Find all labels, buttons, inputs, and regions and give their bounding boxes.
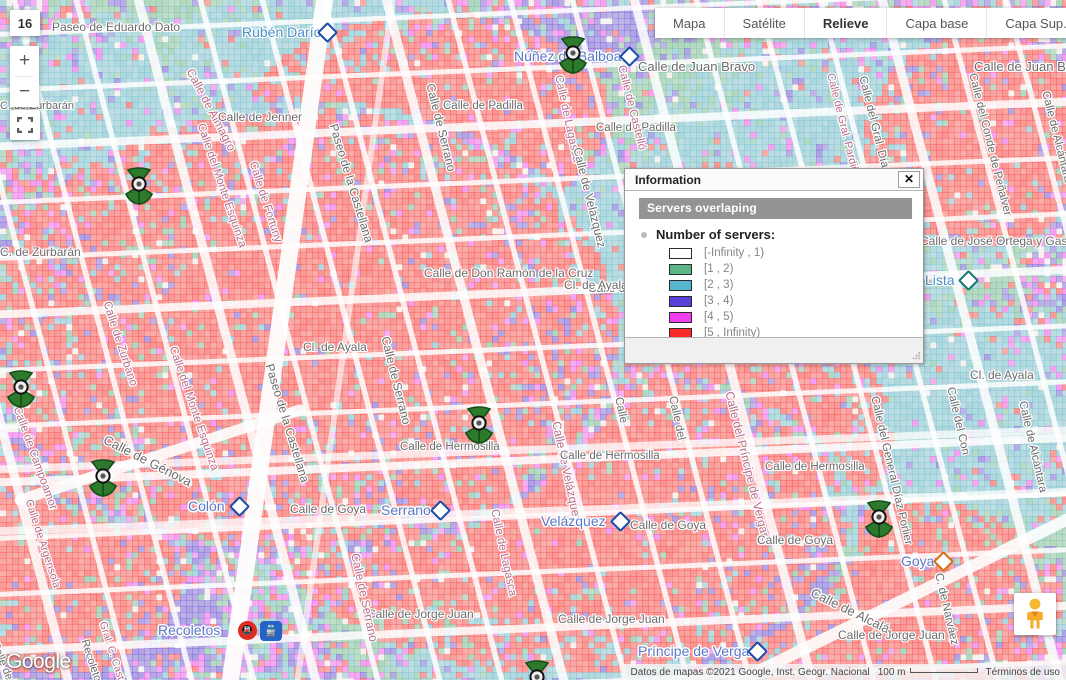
information-panel-footer — [625, 337, 923, 363]
zoom-controls: + − — [10, 46, 39, 107]
cercanias-train-icon: 🚆 — [260, 621, 282, 641]
bullet-icon — [641, 232, 647, 238]
legend-item: [-Infinity , 1) — [669, 245, 923, 261]
antenna-icon — [118, 167, 160, 205]
antenna-icon — [552, 36, 594, 74]
legend-header: Servers overlaping — [639, 198, 912, 219]
cercanias-red-icon: 🚇 — [238, 621, 257, 640]
map-layer-toolbar: MapaSatéliteRelieveCapa baseCapa Sup. — [655, 8, 1066, 38]
legend-color-swatch — [669, 312, 692, 323]
layer-button-relieve[interactable]: Relieve — [805, 8, 888, 38]
information-panel-title: Information — [635, 173, 701, 187]
close-icon[interactable]: ✕ — [898, 171, 920, 188]
map-scale-control: 100 m — [878, 667, 978, 678]
antenna-icon — [82, 459, 124, 497]
layer-button-capa-base[interactable]: Capa base — [887, 8, 987, 38]
zoom-level-indicator: 16 — [10, 10, 40, 36]
server-antenna-marker[interactable] — [858, 500, 900, 538]
legend-item: [1 , 2) — [669, 261, 923, 277]
map-scale-label: 100 m — [878, 667, 906, 678]
street-view-pegman-button[interactable] — [1014, 593, 1056, 635]
legend-item-label: [5 , Infinity) — [704, 327, 760, 337]
legend-subtitle: Number of servers: — [641, 227, 923, 242]
antenna-icon — [516, 660, 558, 680]
legend-color-swatch — [669, 328, 692, 338]
legend-item: [4 , 5) — [669, 309, 923, 325]
server-antenna-marker[interactable] — [82, 459, 124, 497]
legend-color-swatch — [669, 296, 692, 307]
information-panel: Information ✕ Servers overlaping Number … — [624, 168, 924, 364]
fullscreen-button[interactable] — [10, 110, 40, 140]
zoom-out-button[interactable]: − — [10, 77, 39, 107]
legend-item-label: [-Infinity , 1) — [704, 247, 764, 259]
legend-item: [5 , Infinity) — [669, 325, 923, 337]
server-antenna-marker[interactable] — [118, 167, 160, 205]
legend-color-swatch — [669, 264, 692, 275]
legend-subtitle-text: Number of servers: — [656, 227, 775, 242]
zoom-level-value: 16 — [18, 16, 32, 31]
map-data-attribution: Datos de mapas ©2021 Google, Inst. Geogr… — [631, 667, 870, 678]
legend-item: [2 , 3) — [669, 277, 923, 293]
map-attribution-bar: Datos de mapas ©2021 Google, Inst. Geogr… — [623, 664, 1066, 680]
resize-grip-icon[interactable] — [910, 351, 921, 362]
layer-button-mapa[interactable]: Mapa — [655, 8, 725, 38]
server-antenna-marker[interactable] — [0, 370, 42, 408]
terms-of-use-link[interactable]: Términos de uso — [986, 667, 1060, 678]
legend-color-swatch — [669, 280, 692, 291]
antenna-icon — [0, 370, 42, 408]
information-panel-body: Servers overlaping Number of servers: [-… — [625, 191, 923, 337]
zoom-in-button[interactable]: + — [10, 46, 39, 76]
antenna-icon — [858, 500, 900, 538]
legend-color-swatch — [669, 248, 692, 259]
map-scale-bar — [910, 668, 978, 673]
layer-button-capa-sup[interactable]: Capa Sup. — [987, 8, 1066, 38]
legend-list: [-Infinity , 1) [1 , 2) [2 , 3) [3 , 4) [4 ,… — [669, 245, 923, 337]
google-logo: Google — [6, 650, 71, 674]
legend-item: [3 , 4) — [669, 293, 923, 309]
legend-item-label: [2 , 3) — [704, 279, 733, 291]
server-antenna-marker[interactable] — [516, 660, 558, 680]
server-antenna-marker[interactable] — [458, 406, 500, 444]
map-application: Calle de AlmagroCalle de JennerCalle del… — [0, 0, 1066, 680]
legend-item-label: [4 , 5) — [704, 311, 733, 323]
street-view-pegman-icon — [1023, 598, 1047, 630]
antenna-icon — [458, 406, 500, 444]
information-panel-titlebar[interactable]: Information ✕ — [625, 169, 923, 191]
legend-item-label: [3 , 4) — [704, 295, 733, 307]
server-antenna-marker[interactable] — [552, 36, 594, 74]
layer-button-sat-lite[interactable]: Satélite — [725, 8, 805, 38]
fullscreen-icon — [17, 117, 33, 133]
legend-item-label: [1 , 2) — [704, 263, 733, 275]
